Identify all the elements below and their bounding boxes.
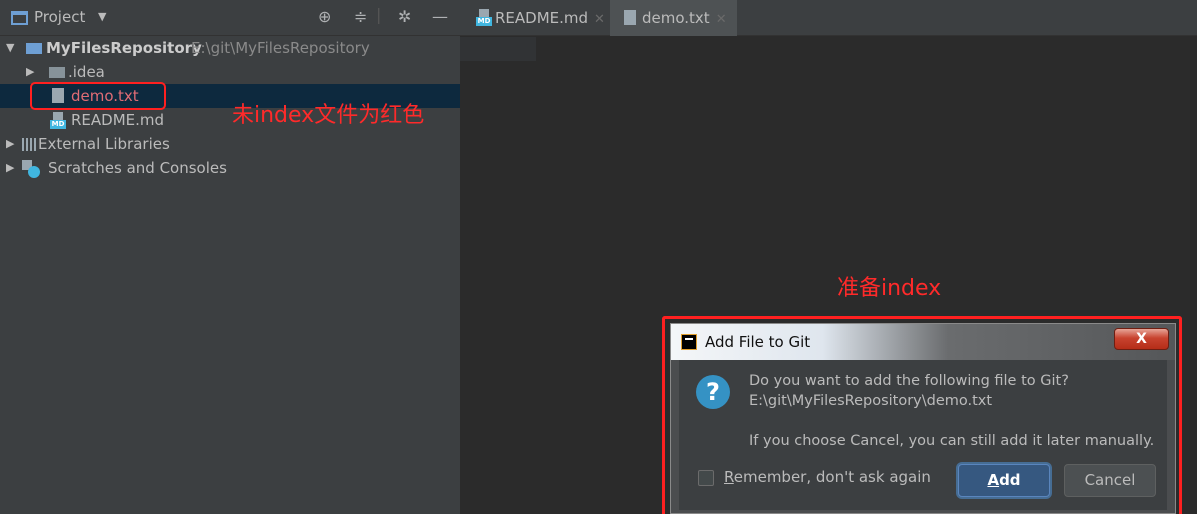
dialog-file-path: E:\git\MyFilesRepository\demo.txt [749,393,993,409]
toolbar-divider: | [376,5,382,24]
close-button[interactable]: X [1114,328,1169,350]
library-icon [22,138,36,151]
close-icon[interactable]: ✕ [716,12,727,27]
text-file-icon [624,10,636,25]
dialog-message: Do you want to add the following file to… [749,373,1069,389]
close-icon[interactable]: ✕ [594,12,605,27]
project-panel: Project ▼ ⊕ ≑ | ✲ — ▼ MyFilesRepository … [0,0,460,514]
editor-tab-bar: MD README.md ✕ demo.txt ✕ [460,0,1197,36]
locate-icon[interactable]: ⊕ [318,7,331,27]
annotation-prepare: 准备index [837,276,942,301]
tree-item-root[interactable]: ▼ MyFilesRepository E:\git\MyFilesReposi… [0,36,460,60]
project-panel-icon [11,11,28,25]
project-toolbar: Project ▼ ⊕ ≑ | ✲ — [0,0,460,36]
tree-item-scratches[interactable]: ▶ Scratches and Consoles [0,156,460,180]
tree-item-idea[interactable]: ▶ .idea [0,60,460,84]
tree-item-label: README.md [71,111,165,129]
collapse-arrow-icon[interactable]: ▶ [26,60,34,84]
dialog-hint: If you choose Cancel, you can still add … [749,433,1155,449]
add-file-dialog: Add File to Git X ? Do you want to add t… [670,323,1176,514]
intellij-app-icon [681,334,697,350]
add-button[interactable]: Add [958,464,1050,497]
collapse-all-icon[interactable]: ≑ [354,7,367,27]
annotation-unindexed: 未index文件为红色 [232,103,425,128]
expand-arrow-icon[interactable]: ▼ [6,36,14,60]
project-name: MyFilesRepository [46,39,202,57]
collapse-arrow-icon[interactable]: ▶ [6,156,14,180]
project-folder-icon [26,43,42,54]
dialog-body: ? Do you want to add the following file … [679,360,1167,510]
tab-label: README.md [495,9,589,27]
tree-item-external-libraries[interactable]: ▶ External Libraries [0,132,460,156]
dialog-titlebar[interactable]: Add File to Git X [671,324,1175,360]
remember-label[interactable]: Remember, don't ask again [724,468,931,486]
folder-icon [49,67,65,78]
minimize-icon[interactable]: — [432,7,448,27]
gear-icon[interactable]: ✲ [398,7,411,27]
panel-title[interactable]: Project [34,8,85,26]
annotation-highlight-box [30,82,166,110]
chevron-down-icon[interactable]: ▼ [98,10,106,23]
editor-gutter [460,37,536,61]
tab-readme[interactable]: MD README.md ✕ [472,0,613,36]
scratches-icon [22,160,40,178]
markdown-file-icon: MD [50,112,66,129]
remember-checkbox[interactable] [698,470,714,486]
tree-item-label: Scratches and Consoles [48,159,227,177]
markdown-file-icon: MD [476,9,492,26]
dialog-title: Add File to Git [705,333,811,351]
tree-item-label: .idea [68,63,105,81]
project-path: E:\git\MyFilesRepository [191,39,370,57]
question-icon: ? [696,375,730,409]
tree-item-label: External Libraries [38,135,170,153]
tab-demo-txt[interactable]: demo.txt ✕ [610,0,737,36]
cancel-button[interactable]: Cancel [1064,464,1156,497]
collapse-arrow-icon[interactable]: ▶ [6,132,14,156]
tab-label: demo.txt [642,9,710,27]
